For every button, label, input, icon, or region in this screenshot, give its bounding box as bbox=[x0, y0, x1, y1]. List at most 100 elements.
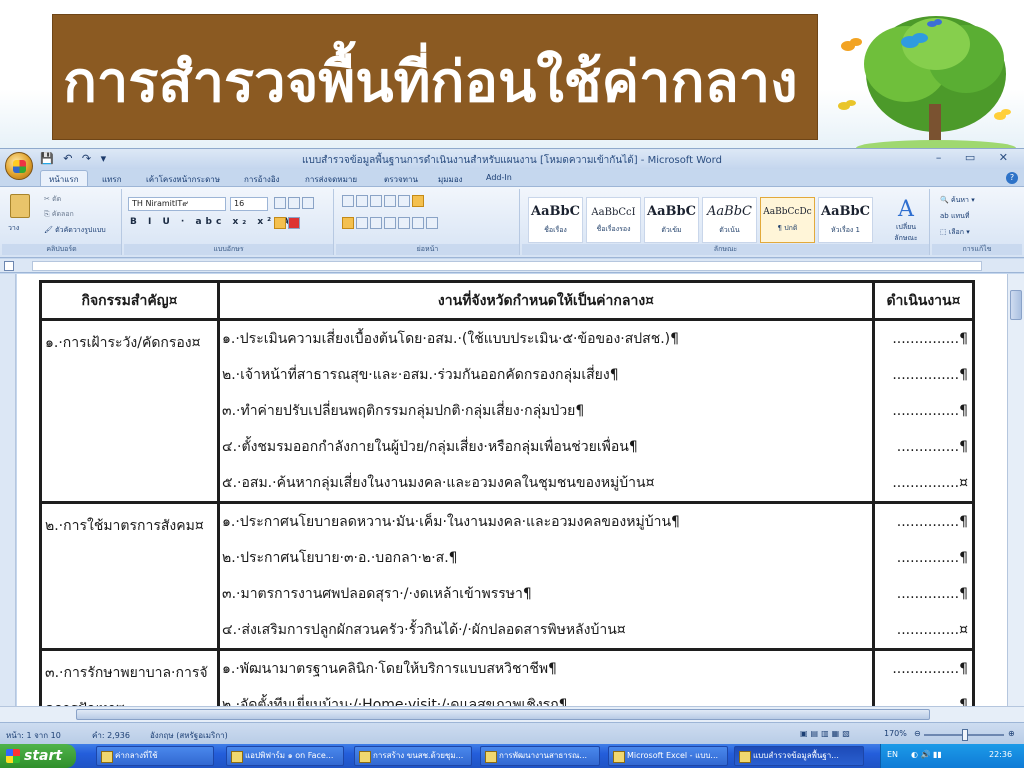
ribbon-tabs: หน้าแรก แทรก เค้าโครงหน้ากระดาษ การอ้างอ… bbox=[0, 169, 1024, 188]
paste-button[interactable]: วาง bbox=[8, 223, 19, 234]
task-line[interactable]: ๓.·ทำค่ายปรับเปลี่ยนพฤติกรรมกลุ่มปกติ·กล… bbox=[220, 393, 872, 429]
task-line[interactable]: ๒.·จัดตั้งทีมเยี่ยมบ้าน·/·Home·visit·/·ด… bbox=[220, 687, 872, 706]
find-button[interactable]: 🔍 ค้นหา ▾ bbox=[940, 195, 975, 206]
zoom-slider-knob[interactable] bbox=[962, 729, 968, 741]
styles-label: ลักษณะ bbox=[522, 244, 929, 255]
ruler-bar bbox=[32, 261, 982, 271]
format-painter-button[interactable]: 🖌 ตัวคัดวางรูปแบบ bbox=[44, 225, 106, 236]
task-line[interactable]: ๕.·อสม.·ค้นหากลุ่มเสี่ยงในงานมงคล·และอวม… bbox=[220, 465, 872, 501]
task-line[interactable]: ๑.·ประเมินความเสี่ยงเบื้องต้นโดย·อสม.·(ใ… bbox=[220, 321, 872, 357]
slide-title: การสำรวจพื้นที่ก่อนใช้ค่ากลาง bbox=[63, 49, 798, 115]
title-bar: 💾 ↶ ↷ ▾ แบบสำรวจข้อมูลพื้นฐานการดำเนินงา… bbox=[0, 149, 1024, 180]
table-header-row: กิจกรรมสำคัญ¤ งานที่จังหวัดกำหนดให้เป็นค… bbox=[39, 280, 975, 321]
status-cell[interactable]: ...............¶ bbox=[875, 651, 972, 687]
vertical-scrollbar[interactable] bbox=[1007, 274, 1024, 706]
vertical-scroll-thumb[interactable] bbox=[1010, 290, 1022, 320]
slide-title-box: การสำรวจพื้นที่ก่อนใช้ค่ากลาง bbox=[52, 14, 818, 140]
font-name-select[interactable]: TH NiramitIT๙ bbox=[128, 197, 226, 211]
font-group: TH NiramitIT๙ 16 B I U · abc x₂ x² Aa แบ… bbox=[124, 189, 334, 255]
task-line[interactable]: ๔.·ส่งเสริมการปลูกผักสวนครัว·รั้วกินได้·… bbox=[220, 612, 872, 648]
style-title[interactable]: AaBbC ชื่อเรื่อง bbox=[528, 197, 583, 243]
word-window: 💾 ↶ ↷ ▾ แบบสำรวจข้อมูลพื้นฐานการดำเนินงา… bbox=[0, 148, 1024, 745]
task-line[interactable]: ๓.·มาตรการงานศพปลอดสุรา·/·งดเหล้าเข้าพรร… bbox=[220, 576, 872, 612]
activity-cell[interactable]: ๑.·การเฝ้าระวัง/คัดกรอง¤ bbox=[42, 321, 217, 365]
task-line[interactable]: ๒.·เจ้าหน้าที่สาธารณสุข·และ·อสม.·ร่วมกัน… bbox=[220, 357, 872, 393]
view-buttons[interactable]: ▣▤▥▦▧ bbox=[800, 729, 853, 738]
styles-group: AaBbC ชื่อเรื่อง AaBbCcI ชื่อเรื่องรอง A… bbox=[522, 189, 930, 255]
taskbar-item[interactable]: การพัฒนางานสาธารณ... bbox=[480, 746, 600, 766]
zoom-level[interactable]: 170% bbox=[884, 729, 907, 738]
highlight-color-buttons[interactable] bbox=[274, 217, 302, 229]
language-bar[interactable]: EN bbox=[887, 750, 898, 759]
list-buttons[interactable] bbox=[342, 195, 426, 207]
tab-add-in[interactable]: Add-In bbox=[478, 171, 520, 184]
horizontal-scroll-thumb[interactable] bbox=[76, 709, 930, 720]
taskbar-item[interactable]: การสร้าง ขนสช.ด้วยชุม... bbox=[354, 746, 472, 766]
style-subtitle[interactable]: AaBbCcI ชื่อเรื่องรอง bbox=[586, 197, 641, 243]
windows-taskbar: start ค่ากลางที่ใช้ แอปพิฟาร์ม ๑ on Face… bbox=[0, 744, 1024, 768]
status-cell[interactable]: ...............¤ bbox=[875, 465, 972, 501]
paragraph-label: ย่อหน้า bbox=[336, 244, 519, 255]
table-row: ๓.·การรักษาพยาบาล·การจัดการปัญหา¤ ๑.·พัฒ… bbox=[39, 648, 975, 706]
status-cell[interactable]: ...............¶ bbox=[875, 393, 972, 429]
table-row: ๑.·การเฝ้าระวัง/คัดกรอง¤ ๑.·ประเมินความเ… bbox=[39, 318, 975, 504]
ribbon: วาง ✂ ตัด ⎘ คัดลอก 🖌 ตัวคัดวางรูปแบบ คลิ… bbox=[0, 186, 1024, 258]
status-cell[interactable]: ...............¶ bbox=[875, 321, 972, 357]
document-page[interactable]: กิจกรรมสำคัญ¤ งานที่จังหวัดกำหนดให้เป็นค… bbox=[17, 274, 1007, 706]
grow-shrink-font[interactable] bbox=[274, 197, 316, 209]
style-emphasis[interactable]: AaBbC ตัวเน้น bbox=[702, 197, 757, 243]
status-cell[interactable]: ..............¶ bbox=[875, 504, 972, 540]
style-normal[interactable]: AaBbCcDc ¶ ปกติ bbox=[760, 197, 815, 243]
status-cell[interactable]: ..............¶ bbox=[875, 540, 972, 576]
activity-cell[interactable]: ๒.·การใช้มาตรการสังคม¤ bbox=[42, 504, 217, 548]
task-line[interactable]: ๑.·พัฒนามาตรฐานคลินิก·โดยให้บริการแบบสหว… bbox=[220, 651, 872, 687]
style-strong[interactable]: AaBbC ตัวเข้ม bbox=[644, 197, 699, 243]
taskbar-item[interactable]: Microsoft Excel - แบบ... bbox=[608, 746, 728, 766]
tree-butterfly-decoration bbox=[838, 16, 1016, 150]
tab-selector[interactable] bbox=[4, 261, 14, 271]
status-cell[interactable]: ..............¶ bbox=[875, 429, 972, 465]
header-task: งานที่จังหวัดกำหนดให้เป็นค่ากลาง¤ bbox=[217, 280, 875, 321]
taskbar-item[interactable]: แอปพิฟาร์ม ๑ on Face... bbox=[226, 746, 344, 766]
office-button[interactable] bbox=[5, 152, 33, 180]
zoom-out-icon[interactable]: ⊖ bbox=[914, 729, 921, 738]
header-status: ดำเนินงาน¤ bbox=[872, 280, 975, 321]
help-icon[interactable]: ? bbox=[1006, 172, 1018, 184]
task-line[interactable]: ๑.·ประกาศนโยบายลดหวาน·มัน·เค็ม·ในงานมงคล… bbox=[220, 504, 872, 540]
style-heading-1[interactable]: AaBbC หัวเรื่อง 1 bbox=[818, 197, 873, 243]
editing-label: การแก้ไข bbox=[932, 244, 1022, 255]
tray-icons[interactable]: ◐ 🔊 ▮▮ bbox=[911, 750, 942, 759]
horizontal-scrollbar[interactable] bbox=[0, 706, 1024, 722]
change-styles-icon: A bbox=[898, 197, 914, 222]
start-button[interactable]: start bbox=[0, 744, 76, 768]
clock: 22:36 bbox=[989, 750, 1013, 759]
activity-cell[interactable]: ๓.·การรักษาพยาบาล·การจัดการปัญหา¤ bbox=[42, 651, 217, 706]
word-count[interactable]: คำ: 2,936 bbox=[92, 729, 130, 742]
language-indicator[interactable]: อังกฤษ (สหรัฐอเมริกา) bbox=[150, 729, 228, 742]
taskbar-item[interactable]: ค่ากลางที่ใช้ bbox=[96, 746, 214, 766]
cut-button[interactable]: ✂ ตัด bbox=[44, 194, 61, 205]
task-line[interactable]: ๔.·ตั้งชมรมออกกำลังกายในผู้ป่วย/กลุ่มเสี… bbox=[220, 429, 872, 465]
editing-group: 🔍 ค้นหา ▾ ab แทนที่ ⬚ เลือก ▾ การแก้ไข bbox=[932, 189, 1022, 255]
page-count[interactable]: หน้า: 1 จาก 10 bbox=[6, 729, 61, 742]
horizontal-ruler[interactable] bbox=[0, 259, 1024, 273]
change-styles-button[interactable]: A เปลี่ยนลักษณะ bbox=[890, 197, 922, 244]
zoom-in-icon[interactable]: ⊕ bbox=[1008, 729, 1015, 738]
copy-button[interactable]: ⎘ คัดลอก bbox=[44, 209, 74, 220]
font-label: แบบอักษร bbox=[124, 244, 333, 255]
paste-icon[interactable] bbox=[10, 194, 30, 218]
clipboard-group: วาง ✂ ตัด ⎘ คัดลอก 🖌 ตัวคัดวางรูปแบบ คลิ… bbox=[2, 189, 122, 255]
select-button[interactable]: ⬚ เลือก ▾ bbox=[940, 227, 970, 238]
taskbar-item-active[interactable]: แบบสำรวจข้อมูลพื้นฐา... bbox=[734, 746, 864, 766]
status-cell[interactable]: ...............¶ bbox=[875, 357, 972, 393]
window-controls[interactable]: – ▭ ✕ bbox=[936, 151, 1018, 164]
task-line[interactable]: ๒.·ประกาศนโยบาย·๓·อ.·บอกลา·๒·ส.¶ bbox=[220, 540, 872, 576]
vertical-ruler[interactable] bbox=[0, 274, 16, 706]
status-cell[interactable]: ..............¶ bbox=[875, 576, 972, 612]
replace-button[interactable]: ab แทนที่ bbox=[940, 211, 970, 222]
status-cell[interactable]: ...............¶ bbox=[875, 687, 972, 706]
align-buttons[interactable] bbox=[342, 217, 440, 229]
header-activity: กิจกรรมสำคัญ¤ bbox=[39, 280, 220, 321]
font-size-select[interactable]: 16 bbox=[230, 197, 268, 211]
status-cell[interactable]: ..............¤ bbox=[875, 612, 972, 648]
